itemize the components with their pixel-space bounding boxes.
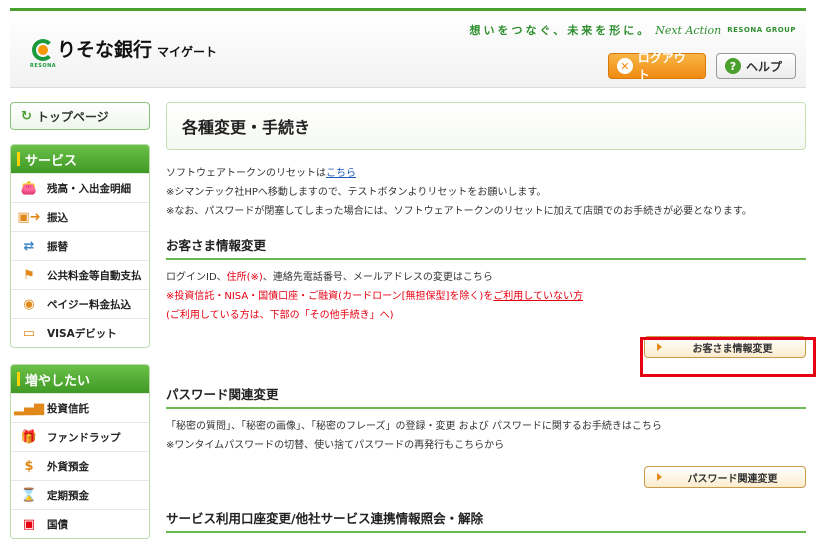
sidebar-item-label: 残高・入出金明細	[47, 182, 131, 195]
sidebar-item-exchange[interactable]: ⇄ 振替	[11, 231, 149, 260]
sidebar-item-label: 振替	[47, 240, 68, 253]
sidebar-item-investment-trust[interactable]: ▂▄▆ 投資信託	[11, 393, 149, 422]
password-line-2: ※ワンタイムパスワードの切替、使い捨てパスワードの再発行もこちらから	[166, 440, 505, 451]
password-change-button[interactable]: パスワード関連変更	[644, 466, 806, 488]
sidebar-item-foreign-deposit[interactable]: $ 外貨預金	[11, 451, 149, 480]
token-section: ソフトウェアトークンのリセットはこちら ※シマンテック社HPへ移動しますので、テ…	[166, 164, 806, 221]
password-heading: パスワード関連変更	[166, 384, 806, 409]
increase-menu-header: 増やしたい	[11, 365, 149, 393]
sidebar-item-label: 定期預金	[47, 489, 89, 502]
header: りそな銀行 マイゲート RESONA 想いをつなぐ、未来を形に。 Next Ac…	[10, 8, 806, 88]
piggy-bank-icon: 👛	[20, 180, 38, 196]
sidebar-item-balance[interactable]: 👛 残高・入出金明細	[11, 173, 149, 202]
arrow-right-icon	[657, 343, 662, 351]
logo-name: りそな銀行	[57, 39, 153, 61]
customer-line-1: ログインID、住所(※)、連絡先電話番号、メールアドレスの変更はこちら	[166, 268, 806, 287]
customer-line-3: (ご利用している方は、下部の「その他手続き」へ)	[166, 310, 394, 321]
logo-small-text: RESONA	[30, 63, 57, 69]
token-text: ソフトウェアトークンのリセットは	[166, 168, 326, 179]
token-note-1: ※シマンテック社HPへ移動しますので、テストボタンよりリセットをお願いします。	[166, 187, 547, 198]
sidebar-item-visa-debit[interactable]: ▭ VISAデビット	[11, 318, 149, 347]
customer-line-1a: ログインID、	[166, 272, 227, 283]
password-button-row: パスワード関連変更	[166, 466, 806, 496]
page-title: 各種変更・手続き	[166, 102, 806, 150]
services-menu: サービス 👛 残高・入出金明細 ▣➜ 振込 ⇄ 振替 ⚑ 公共料金等自動支払 ◉…	[10, 144, 150, 348]
sidebar-item-transfer[interactable]: ▣➜ 振込	[11, 202, 149, 231]
services-title: サービス	[25, 153, 78, 169]
increase-title: 増やしたい	[25, 373, 91, 389]
header-bar-icon	[17, 372, 20, 386]
bank-logo[interactable]: りそな銀行 マイゲート	[32, 39, 217, 61]
question-icon: ?	[725, 58, 741, 74]
token-line: ソフトウェアトークンのリセットはこちら	[166, 164, 806, 183]
sidebar-item-time-deposit[interactable]: ⌛ 定期預金	[11, 480, 149, 509]
sidebar-item-label: VISAデビット	[47, 327, 117, 340]
transfer-icon: ▣➜	[17, 209, 41, 225]
logout-label: ログアウト	[637, 51, 686, 82]
service-account-heading: サービス利用口座変更/他社サービス連携情報照会・解除	[166, 508, 806, 533]
payeasy-icon: ◉	[23, 296, 35, 312]
tagline: 想いをつなぐ、未来を形に。 Next Action RESONA GROUP	[470, 22, 796, 38]
tagline-group: RESONA GROUP	[727, 26, 796, 34]
increase-menu: 増やしたい ▂▄▆ 投資信託 🎁 ファンドラップ $ 外貨預金 ⌛ 定期預金 ▣…	[10, 364, 150, 539]
gift-icon: 🎁	[20, 429, 38, 445]
top-page-label: トップページ	[36, 109, 109, 124]
customer-line-2b: ご利用していない方	[493, 291, 583, 302]
customer-line-1b: 住所(※)	[226, 272, 263, 283]
bond-icon: ▣	[22, 516, 36, 532]
top-page-button[interactable]: ↻ トップページ	[10, 102, 150, 130]
token-reset-link[interactable]: こちら	[326, 168, 356, 179]
services-menu-header: サービス	[11, 145, 149, 173]
sidebar: ↻ トップページ サービス 👛 残高・入出金明細 ▣➜ 振込 ⇄ 振替 ⚑ 公共…	[10, 102, 150, 539]
sidebar-item-bond[interactable]: ▣ 国債	[11, 509, 149, 538]
sidebar-item-label: 投資信託	[47, 402, 89, 415]
sidebar-item-utility[interactable]: ⚑ 公共料金等自動支払	[11, 260, 149, 289]
time-deposit-icon: ⌛	[20, 487, 38, 503]
customer-button-row: お客さま情報変更	[166, 336, 806, 366]
customer-line-2: ※投資信託・NISA・国債口座・ご融資(カードローン[無担保型]を除く)をご利用…	[166, 287, 806, 306]
logo-subtitle: マイゲート	[157, 45, 218, 59]
sidebar-item-label: 国債	[47, 518, 68, 531]
tagline-script: Next Action	[655, 23, 722, 37]
exchange-icon: ⇄	[23, 238, 35, 254]
refresh-icon: ↻	[21, 108, 32, 124]
help-button[interactable]: ? ヘルプ	[716, 53, 796, 79]
debit-card-icon: ▭	[22, 325, 36, 341]
password-change-label: パスワード関連変更	[687, 473, 778, 485]
sidebar-item-label: ペイジー料金払込	[47, 298, 131, 311]
arrow-right-icon	[657, 473, 662, 481]
close-icon: ✕	[617, 58, 633, 74]
resona-logo-icon	[32, 39, 54, 61]
password-line-1: 「秘密の質問」、「秘密の画像」、「秘密のフレーズ」の登録・変更 および パスワー…	[166, 421, 662, 432]
sidebar-item-fund-wrap[interactable]: 🎁 ファンドラップ	[11, 422, 149, 451]
sidebar-item-label: 振込	[47, 211, 68, 224]
customer-line-1c: 、連絡先電話番号、メールアドレスの変更はこちら	[262, 272, 493, 283]
tagline-text: 想いをつなぐ、未来を形に。	[469, 24, 652, 37]
sidebar-item-payeasy[interactable]: ◉ ペイジー料金払込	[11, 289, 149, 318]
app-window: りそな銀行 マイゲート RESONA 想いをつなぐ、未来を形に。 Next Ac…	[0, 0, 826, 558]
customer-section: お客さま情報変更 ログインID、住所(※)、連絡先電話番号、メールアドレスの変更…	[166, 235, 806, 366]
utility-icon: ⚑	[23, 267, 35, 283]
sidebar-item-label: 公共料金等自動支払	[47, 269, 142, 282]
token-note-2: ※なお、パスワードが閉塞してしまった場合には、ソフトウェアトークンのリセットに加…	[166, 206, 752, 217]
header-bar-icon	[17, 152, 20, 166]
chart-icon: ▂▄▆	[14, 400, 44, 416]
help-label: ヘルプ	[746, 59, 783, 74]
password-section: パスワード関連変更 「秘密の質問」、「秘密の画像」、「秘密のフレーズ」の登録・変…	[166, 384, 806, 496]
dollar-icon: $	[24, 458, 34, 474]
customer-info-change-label: お客さま情報変更	[692, 343, 773, 355]
logout-button[interactable]: ✕ ログアウト	[608, 51, 706, 82]
sidebar-item-label: ファンドラップ	[47, 431, 121, 444]
sidebar-item-label: 外貨預金	[47, 460, 89, 473]
main-content: 各種変更・手続き ソフトウェアトークンのリセットはこちら ※シマンテック社HPへ…	[166, 102, 806, 541]
customer-line-2a: ※投資信託・NISA・国債口座・ご融資(カードローン[無担保型]を除く)を	[166, 291, 494, 302]
customer-info-change-button[interactable]: お客さま情報変更	[644, 336, 806, 358]
customer-heading: お客さま情報変更	[166, 235, 806, 260]
